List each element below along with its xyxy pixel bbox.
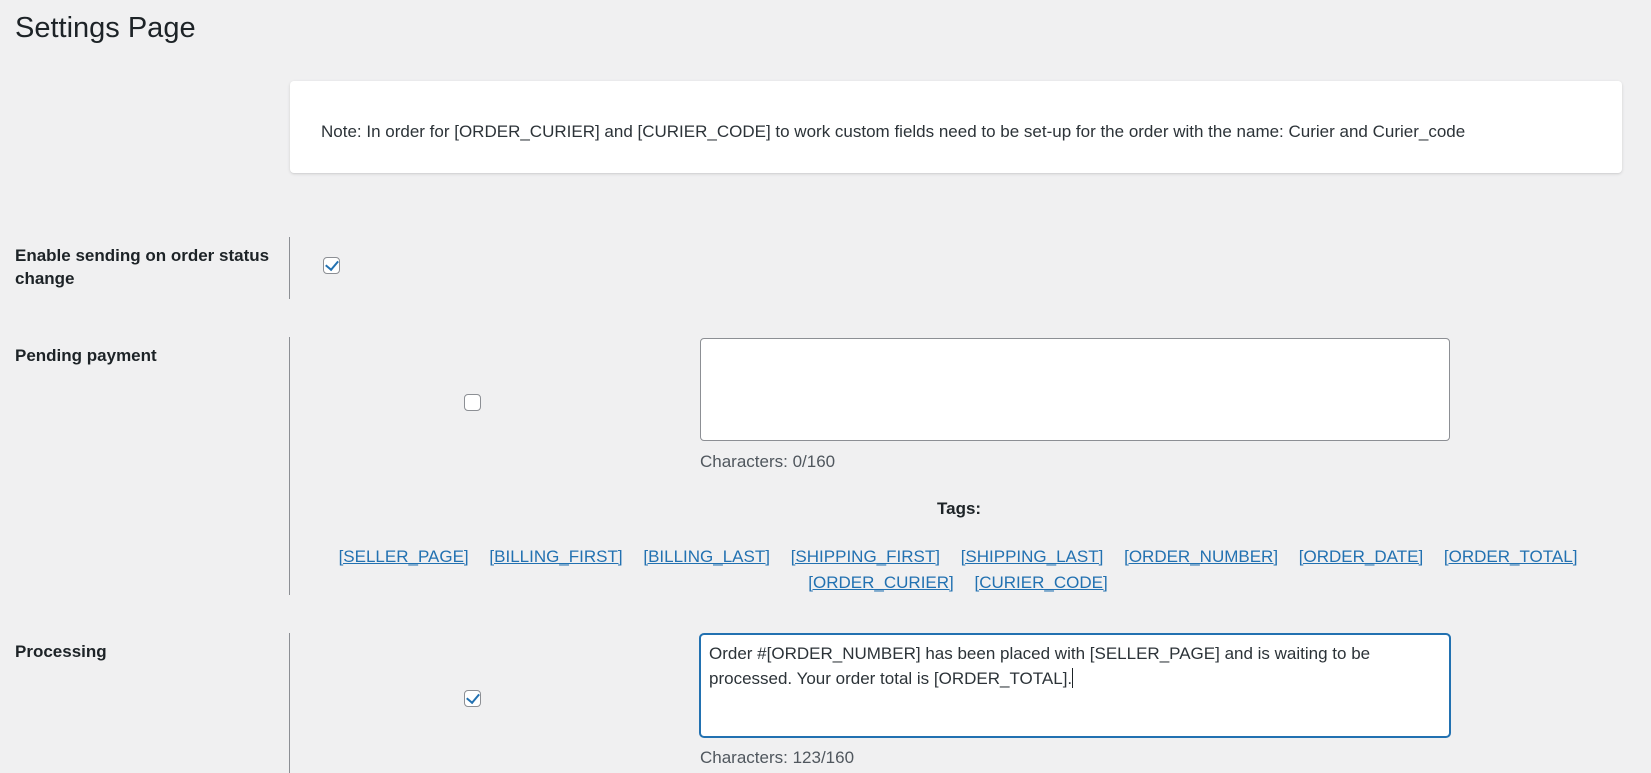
tag-order-curier-link[interactable]: [ORDER_CURIER]	[808, 573, 953, 592]
notice-text: Note: In order for [ORDER_CURIER] and [C…	[321, 122, 1466, 141]
pending-payment-checkbox[interactable]	[464, 394, 481, 411]
tag-shipping-first-link[interactable]: [SHIPPING_FIRST]	[791, 547, 940, 566]
text-caret	[1072, 668, 1074, 688]
tag-order-date-link[interactable]: [ORDER_DATE]	[1299, 547, 1423, 566]
row-divider	[289, 237, 290, 299]
pending-payment-character-count: Characters: 0/160	[700, 452, 836, 471]
tags-list-row-2: [ORDER_CURIER] [CURIER_CODE]	[298, 573, 1618, 593]
processing-message-textarea[interactable]: Order #[ORDER_NUMBER] has been placed wi…	[700, 634, 1450, 737]
tag-billing-last-link[interactable]: [BILLING_LAST]	[643, 547, 770, 566]
row-divider	[289, 337, 290, 595]
tag-seller-page-link[interactable]: [SELLER_PAGE]	[339, 547, 469, 566]
checkmark-icon	[325, 256, 339, 272]
pending-payment-label: Pending payment	[15, 346, 157, 365]
enable-sending-checkbox[interactable]	[323, 256, 340, 274]
row-divider	[289, 633, 290, 773]
tag-curier-code-link[interactable]: [CURIER_CODE]	[975, 573, 1108, 592]
processing-message-text: Order #[ORDER_NUMBER] has been placed wi…	[709, 644, 1371, 688]
enable-sending-label: Enable sending on order status change	[15, 246, 270, 288]
checkmark-icon	[466, 689, 480, 705]
pending-payment-message-textarea[interactable]	[700, 338, 1450, 441]
tag-billing-first-link[interactable]: [BILLING_FIRST]	[489, 547, 622, 566]
processing-checkbox[interactable]	[464, 689, 481, 707]
tags-list-row-1: [SELLER_PAGE] [BILLING_FIRST] [BILLING_L…	[298, 547, 1618, 567]
page-title: Settings Page	[15, 12, 196, 44]
tags-title: Tags:	[937, 499, 982, 518]
tag-shipping-last-link[interactable]: [SHIPPING_LAST]	[961, 547, 1104, 566]
notice-box: Note: In order for [ORDER_CURIER] and [C…	[290, 81, 1622, 173]
tag-order-total-link[interactable]: [ORDER_TOTAL]	[1444, 547, 1578, 566]
processing-label: Processing	[15, 642, 107, 661]
processing-character-count: Characters: 123/160	[700, 748, 855, 767]
tag-order-number-link[interactable]: [ORDER_NUMBER]	[1124, 547, 1278, 566]
